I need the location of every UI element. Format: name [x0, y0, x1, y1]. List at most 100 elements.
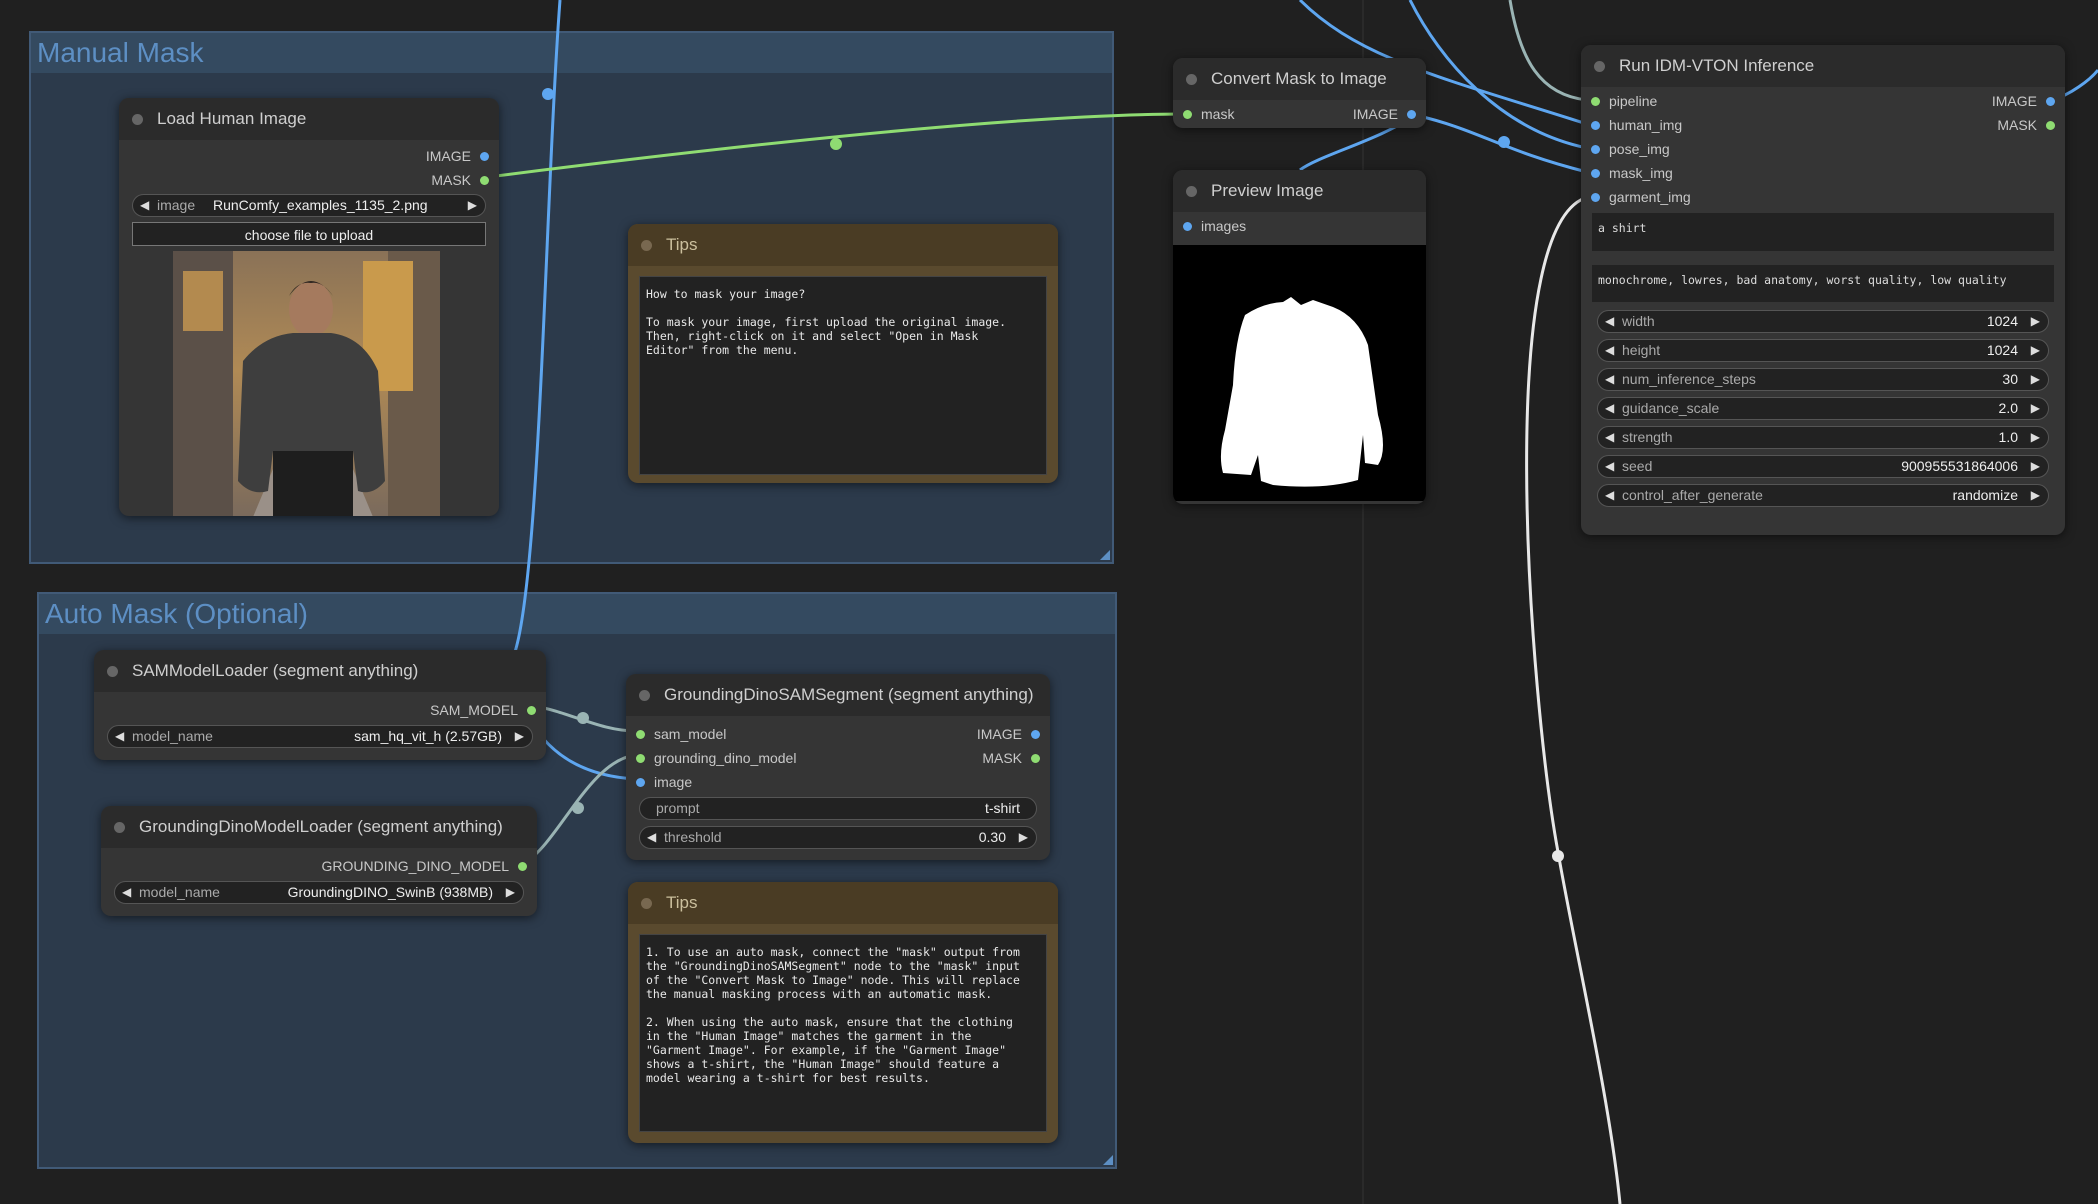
input-pose-img-socket[interactable]: [1591, 144, 1600, 154]
preview-image-node[interactable]: Preview Image images: [1173, 170, 1426, 504]
input-sam-model-socket[interactable]: [636, 729, 645, 739]
collapse-dot[interactable]: [107, 665, 118, 677]
model-name-selector[interactable]: ◀ model_name sam_hq_vit_h (2.57GB) ▶: [107, 725, 533, 748]
guidance-scale-widget[interactable]: ◀ guidance_scale 2.0 ▶: [1597, 397, 2049, 420]
collapse-dot[interactable]: [114, 821, 125, 833]
load-human-image-node[interactable]: Load Human Image IMAGE MASK ◀ image RunC…: [119, 98, 499, 516]
widget-value: 2.0: [1998, 400, 2018, 416]
threshold-widget[interactable]: ◀ threshold 0.30 ▶: [639, 826, 1037, 849]
upload-button[interactable]: choose file to upload: [132, 222, 486, 246]
tips-note-manual[interactable]: Tips How to mask your image? To mask you…: [628, 224, 1058, 483]
node-title[interactable]: Tips: [628, 224, 1058, 266]
prompt-textarea[interactable]: a shirt: [1592, 213, 2054, 251]
input-mask-img-label: mask_img: [1609, 165, 1673, 181]
next-arrow-icon[interactable]: ▶: [515, 726, 524, 747]
image-selector[interactable]: ◀ image RunComfy_examples_1135_2.png ▶: [132, 194, 486, 217]
next-arrow-icon[interactable]: ▶: [2031, 311, 2040, 332]
prev-arrow-icon[interactable]: ◀: [1605, 398, 1614, 419]
node-title[interactable]: Convert Mask to Image: [1173, 58, 1426, 100]
control-after-generate-widget[interactable]: ◀ control_after_generate randomize ▶: [1597, 484, 2049, 507]
output-socket[interactable]: [518, 861, 527, 871]
node-title[interactable]: Load Human Image: [119, 98, 499, 140]
prev-arrow-icon[interactable]: ◀: [140, 195, 149, 216]
node-title[interactable]: Tips: [628, 882, 1058, 924]
prev-arrow-icon[interactable]: ◀: [115, 726, 124, 747]
output-mask-socket[interactable]: [480, 175, 489, 185]
height-widget[interactable]: ◀ height 1024 ▶: [1597, 339, 2049, 362]
input-image-socket[interactable]: [636, 777, 645, 787]
next-arrow-icon[interactable]: ▶: [2031, 398, 2040, 419]
next-arrow-icon[interactable]: ▶: [2031, 427, 2040, 448]
group-title[interactable]: Auto Mask (Optional): [39, 594, 1115, 634]
output-mask-label: MASK: [982, 750, 1022, 766]
group-title[interactable]: Manual Mask: [31, 33, 1112, 73]
collapse-dot[interactable]: [639, 689, 650, 701]
widget-label: num_inference_steps: [1622, 371, 1756, 387]
negative-prompt-textarea[interactable]: monochrome, lowres, bad anatomy, worst q…: [1592, 265, 2054, 302]
convert-mask-node[interactable]: Convert Mask to Image mask IMAGE: [1173, 58, 1426, 128]
input-image-label: image: [654, 774, 693, 790]
output-mask-socket[interactable]: [2046, 120, 2055, 130]
input-row: images: [1173, 214, 1426, 238]
input-garment-img-socket[interactable]: [1591, 192, 1600, 202]
prev-arrow-icon[interactable]: ◀: [647, 827, 656, 848]
collapse-dot[interactable]: [641, 897, 652, 909]
widget-value: 0.30: [978, 829, 1006, 845]
next-arrow-icon[interactable]: ▶: [2031, 369, 2040, 390]
resize-handle[interactable]: [1103, 1155, 1113, 1165]
collapse-dot[interactable]: [132, 113, 143, 125]
output-image-socket[interactable]: [1031, 729, 1040, 739]
grounding-dino-sam-segment-node[interactable]: GroundingDinoSAMSegment (segment anythin…: [626, 674, 1050, 860]
sam-model-loader-node[interactable]: SAMModelLoader (segment anything) SAM_MO…: [94, 650, 546, 760]
prev-arrow-icon[interactable]: ◀: [122, 882, 131, 903]
collapse-dot[interactable]: [1186, 73, 1197, 85]
node-title[interactable]: GroundingDinoModelLoader (segment anythi…: [101, 806, 537, 848]
tips-note-auto[interactable]: Tips 1. To use an auto mask, connect the…: [628, 882, 1058, 1143]
output-image-socket[interactable]: [480, 151, 489, 161]
input-mask-img-socket[interactable]: [1591, 168, 1600, 178]
collapse-dot[interactable]: [1594, 60, 1605, 72]
tips-text[interactable]: 1. To use an auto mask, connect the "mas…: [639, 934, 1047, 1132]
widget-label: control_after_generate: [1622, 487, 1763, 503]
input-mask-socket[interactable]: [1183, 109, 1192, 119]
node-title[interactable]: Run IDM-VTON Inference: [1581, 45, 2065, 87]
widget-label: width: [1622, 313, 1655, 329]
input-garment-img-label: garment_img: [1609, 189, 1691, 205]
width-widget[interactable]: ◀ width 1024 ▶: [1597, 310, 2049, 333]
output-image-label: IMAGE: [1352, 106, 1398, 122]
collapse-dot[interactable]: [1186, 185, 1197, 197]
node-title[interactable]: Preview Image: [1173, 170, 1426, 212]
steps-widget[interactable]: ◀ num_inference_steps 30 ▶: [1597, 368, 2049, 391]
grounding-dino-loader-node[interactable]: GroundingDinoModelLoader (segment anythi…: [101, 806, 537, 916]
collapse-dot[interactable]: [641, 239, 652, 251]
output-image-socket[interactable]: [1407, 109, 1416, 119]
resize-handle[interactable]: [1100, 550, 1110, 560]
next-arrow-icon[interactable]: ▶: [506, 882, 515, 903]
next-arrow-icon[interactable]: ▶: [2031, 340, 2040, 361]
model-name-selector[interactable]: ◀ model_name GroundingDINO_SwinB (938MB) ▶: [114, 881, 524, 904]
next-arrow-icon[interactable]: ▶: [1019, 827, 1028, 848]
prompt-widget[interactable]: prompt t-shirt: [639, 797, 1037, 820]
output-image-socket[interactable]: [2046, 96, 2055, 106]
prev-arrow-icon[interactable]: ◀: [1605, 427, 1614, 448]
input-gd-model-socket[interactable]: [636, 753, 645, 763]
input-human-img-socket[interactable]: [1591, 120, 1600, 130]
prev-arrow-icon[interactable]: ◀: [1605, 485, 1614, 506]
output-mask-socket[interactable]: [1031, 753, 1040, 763]
input-pipeline-socket[interactable]: [1591, 96, 1600, 106]
output-socket[interactable]: [527, 705, 536, 715]
next-arrow-icon[interactable]: ▶: [2031, 485, 2040, 506]
node-title[interactable]: GroundingDinoSAMSegment (segment anythin…: [626, 674, 1050, 716]
next-arrow-icon[interactable]: ▶: [468, 195, 477, 216]
node-title[interactable]: SAMModelLoader (segment anything): [94, 650, 546, 692]
input-images-socket[interactable]: [1183, 221, 1192, 231]
seed-widget[interactable]: ◀ seed 900955531864006 ▶: [1597, 455, 2049, 478]
next-arrow-icon[interactable]: ▶: [2031, 456, 2040, 477]
prev-arrow-icon[interactable]: ◀: [1605, 340, 1614, 361]
strength-widget[interactable]: ◀ strength 1.0 ▶: [1597, 426, 2049, 449]
prev-arrow-icon[interactable]: ◀: [1605, 456, 1614, 477]
idm-vton-node[interactable]: Run IDM-VTON Inference pipeline IMAGE hu…: [1581, 45, 2065, 535]
prev-arrow-icon[interactable]: ◀: [1605, 369, 1614, 390]
tips-text[interactable]: How to mask your image? To mask your ima…: [639, 276, 1047, 475]
prev-arrow-icon[interactable]: ◀: [1605, 311, 1614, 332]
